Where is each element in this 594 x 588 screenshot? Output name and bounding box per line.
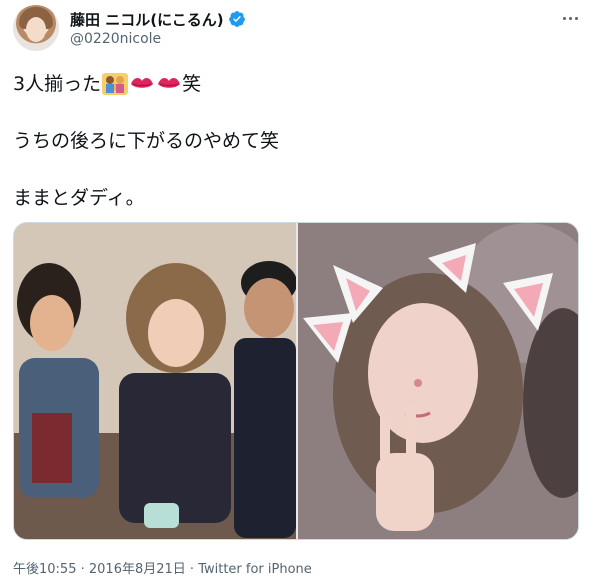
media-grid <box>13 222 579 540</box>
photo-right-image <box>298 223 578 539</box>
photo-right[interactable] <box>298 223 578 539</box>
tweet-text-line-3: ままとダディ。 <box>13 187 145 209</box>
tweet-card: 藤田 ニコル(にこるん) @0220nicole 3人揃った 笑 うちの後ろに下… <box>0 0 594 588</box>
photo-left[interactable] <box>14 223 296 539</box>
author-handle[interactable]: @0220nicole <box>70 31 161 47</box>
tweet-text-line-2: うちの後ろに下がるのやめて笑 <box>13 130 280 152</box>
tweet-time: 午後10:55 <box>13 562 77 577</box>
tweet-source[interactable]: Twitter for iPhone <box>198 562 312 577</box>
tweet-timestamp[interactable]: 午後10:55 · 2016年8月21日 <box>13 562 186 577</box>
tweet-footer: 午後10:55 · 2016年8月21日 · Twitter for iPhon… <box>13 558 312 577</box>
avatar-face <box>26 17 46 42</box>
author-name-row: 藤田 ニコル(にこるん) <box>70 9 246 29</box>
tweet-text-segment: 3人揃った <box>13 73 102 95</box>
kiss-mark-emoji-icon <box>158 77 181 88</box>
tweet-text-line-1: 3人揃った 笑 <box>13 72 201 96</box>
verified-badge-icon <box>228 11 245 27</box>
family-emoji-icon <box>102 73 129 95</box>
photo-left-image <box>14 223 296 539</box>
tweet-text-segment: 笑 <box>182 73 202 95</box>
more-options-icon[interactable] <box>560 8 580 28</box>
author-display-name[interactable]: 藤田 ニコル(にこるん) <box>70 9 224 30</box>
tweet-date: 2016年8月21日 <box>88 562 186 577</box>
kiss-mark-emoji-icon <box>131 77 154 88</box>
footer-separator: · <box>189 562 199 577</box>
avatar[interactable] <box>13 5 59 51</box>
